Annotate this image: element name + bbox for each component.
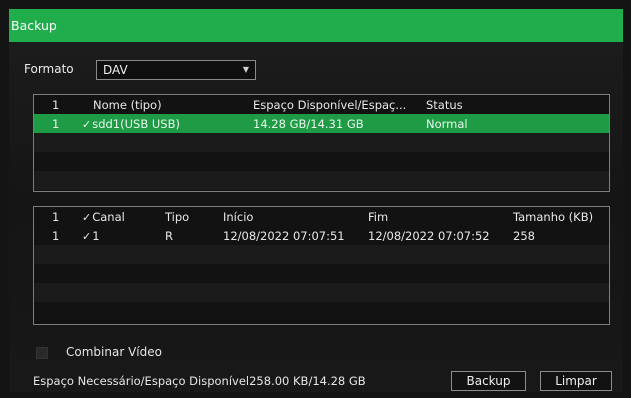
table-header: 1 Nome (tipo) Espaço Disponível/Espaç...… — [34, 95, 609, 114]
col-index: 1 — [52, 210, 60, 224]
space-summary: Espaço Necessário/Espaço Disponível258.0… — [33, 374, 366, 388]
col-start[interactable]: Início — [223, 210, 253, 224]
devices-table: 1 Nome (tipo) Espaço Disponível/Espaç...… — [33, 94, 610, 192]
file-type: R — [165, 229, 173, 243]
empty-row — [34, 302, 609, 321]
table-row[interactable]: 1 ✓sdd1(USB USB) 14.28 GB/14.31 GB Norma… — [34, 114, 609, 133]
col-end[interactable]: Fim — [368, 210, 388, 224]
col-type[interactable]: Tipo — [165, 210, 189, 224]
empty-row — [34, 171, 609, 190]
row-index: 1 — [52, 117, 60, 131]
files-table: 1 ✓Canal Tipo Início Fim Tamanho (KB) 1 … — [33, 206, 610, 325]
checkmark-icon: ✓ — [82, 211, 92, 224]
row-checkbox[interactable]: ✓sdd1(USB USB) — [82, 117, 180, 131]
col-space[interactable]: Espaço Disponível/Espaç... — [253, 98, 406, 112]
row-checkbox[interactable]: ✓1 — [82, 229, 100, 243]
file-start: 12/08/2022 07:07:51 — [223, 229, 345, 243]
empty-row — [34, 133, 609, 152]
col-channel[interactable]: ✓Canal — [82, 210, 125, 224]
device-name: sdd1(USB USB) — [92, 117, 180, 131]
backup-button[interactable]: Backup — [451, 371, 526, 391]
title-bar: Backup — [9, 9, 623, 42]
checkmark-icon: ✓ — [82, 118, 92, 131]
combine-video-checkbox[interactable] — [36, 347, 48, 359]
col-size[interactable]: Tamanho (KB) — [513, 210, 593, 224]
file-channel: 1 — [92, 229, 100, 243]
chevron-down-icon: ▼ — [242, 65, 249, 74]
col-name[interactable]: Nome (tipo) — [93, 98, 162, 112]
empty-row — [34, 264, 609, 283]
table-header: 1 ✓Canal Tipo Início Fim Tamanho (KB) — [34, 207, 609, 226]
col-index: 1 — [52, 98, 60, 112]
window-title: Backup — [11, 18, 57, 33]
format-select[interactable]: DAV ▼ — [96, 60, 256, 80]
empty-row — [34, 245, 609, 264]
file-end: 12/08/2022 07:07:52 — [368, 229, 490, 243]
col-status[interactable]: Status — [426, 98, 463, 112]
file-size: 258 — [513, 229, 535, 243]
combine-video-label: Combinar Vídeo — [66, 345, 162, 359]
checkmark-icon: ✓ — [82, 230, 92, 243]
empty-row — [34, 152, 609, 171]
clear-button[interactable]: Limpar — [540, 371, 612, 391]
table-row[interactable]: 1 ✓1 R 12/08/2022 07:07:51 12/08/2022 07… — [34, 226, 609, 245]
format-label: Formato — [24, 62, 74, 76]
row-index: 1 — [52, 229, 60, 243]
format-value: DAV — [103, 63, 128, 77]
empty-row — [34, 283, 609, 302]
device-space: 14.28 GB/14.31 GB — [253, 117, 364, 131]
backup-dialog: Backup Formato DAV ▼ 1 Nome (tipo) Espaç… — [0, 0, 631, 398]
device-status: Normal — [426, 117, 468, 131]
